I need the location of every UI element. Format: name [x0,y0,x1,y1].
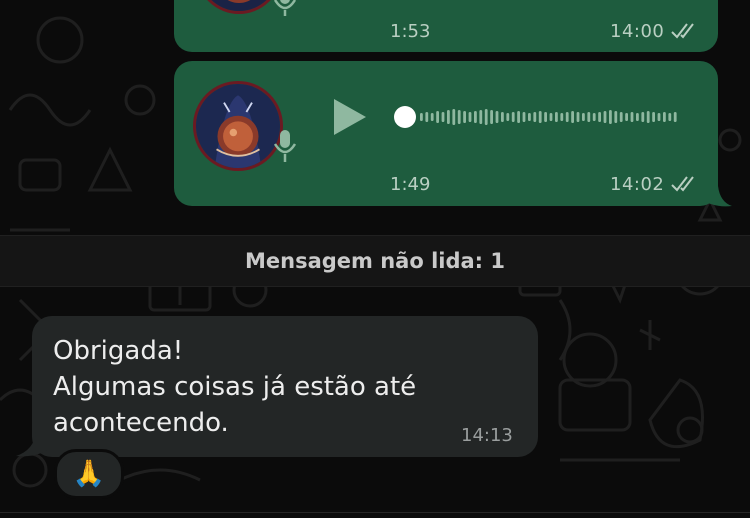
waveform-bar [447,110,450,124]
waveform-bar [474,111,477,123]
waveform-bar [506,113,510,121]
sender-avatar [193,81,283,171]
waveform-bar [582,113,585,121]
waveform-bar [484,109,488,125]
divider [0,512,750,513]
message-text: Obrigada! Algumas coisas já estão até ac… [53,333,493,441]
waveform-bar [511,112,515,122]
waveform-bar [636,113,639,121]
message-line: acontecendo. [53,408,229,438]
waveform-bar [436,111,439,123]
waveform-bar [528,113,531,121]
message-time: 14:00 [610,21,665,42]
audio-waveform[interactable] [392,102,688,132]
waveform-bar [652,112,655,122]
waveform-bar [425,112,429,122]
waveform-bar [609,110,612,124]
waveform-bar [495,111,499,123]
waveform-bar [490,110,493,124]
message-time: 14:02 [610,174,665,195]
bubble-tail [700,186,732,207]
reaction-emoji: 🙏 [72,459,106,489]
waveform-bar [592,113,596,121]
voice-duration: 1:53 [390,21,431,42]
waveform-bar [522,112,526,122]
waveform-bar [560,113,564,121]
microphone-icon [273,130,297,162]
waveform-bar [501,112,504,122]
waveform-bar [641,112,645,122]
unread-messages-divider: Mensagem não lida: 1 [0,235,750,287]
waveform-bar [420,113,423,121]
waveform-bar [576,112,580,122]
waveform-bar [463,111,466,123]
message-line: Algumas coisas já estão até [53,372,417,402]
waveform-bar [668,113,672,121]
waveform-bar [646,111,650,123]
waveform-bar [673,112,677,122]
waveform-bar [598,112,601,122]
waveform-bar [663,112,666,122]
message-reaction[interactable]: 🙏 [54,449,124,499]
waveform-bar [457,110,461,124]
waveform-bar [619,112,623,122]
waveform-bar [630,112,634,122]
waveform-bar [533,112,537,122]
waveform-bar [544,112,547,122]
double-check-icon [671,23,694,39]
waveform-bar [452,109,456,125]
message-line: Obrigada! [53,336,184,366]
waveform-bar [430,113,434,121]
voice-duration: 1:49 [390,174,431,195]
waveform-bar [614,111,618,123]
waveform-bar [625,113,628,121]
bubble-tail [16,432,52,457]
waveform-bar [441,112,445,122]
waveform-bar [571,111,574,123]
waveform-bar [657,113,661,121]
waveform-bar [479,110,483,124]
waveform-bar [603,111,607,123]
message-time: 14:13 [461,425,513,446]
waveform-bar [538,111,542,123]
waveform-bar [549,113,553,121]
waveform-bar [587,112,591,122]
playback-knob[interactable] [394,106,416,128]
waveform-bar [555,112,558,122]
waveform-bar [565,112,569,122]
waveform-bar [468,112,472,122]
play-icon[interactable] [332,97,368,137]
waveform-bar [517,111,520,123]
microphone-icon [273,0,297,16]
double-check-icon [671,176,694,192]
